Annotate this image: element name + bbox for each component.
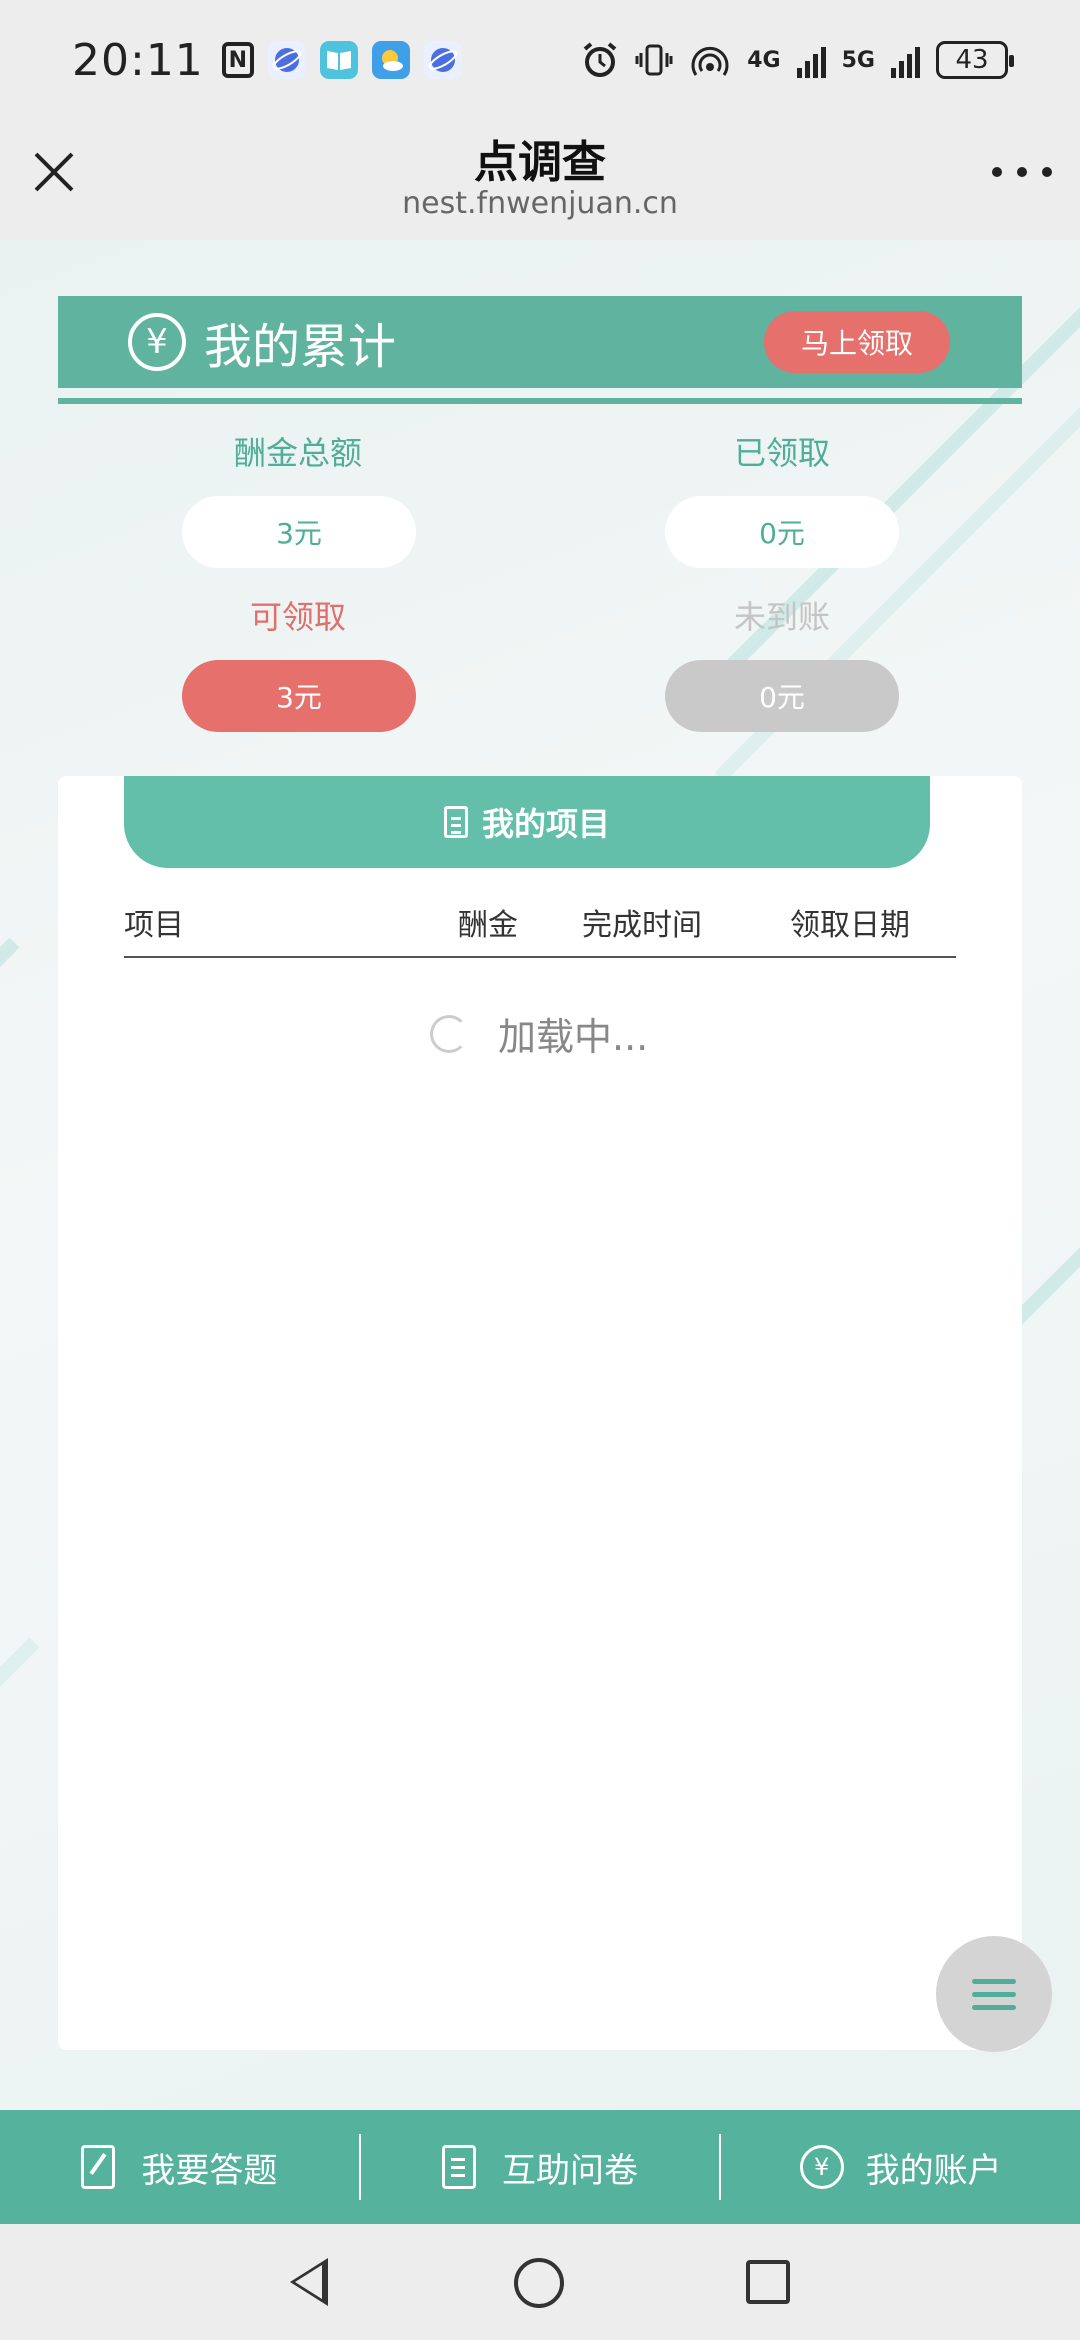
status-time: 20:11	[72, 34, 204, 86]
nav-mutual-survey-label: 互助问卷	[502, 2150, 638, 2191]
table-header-divider	[124, 956, 956, 958]
nav-my-account[interactable]: ¥ 我的账户	[721, 2110, 1080, 2224]
projects-title: 我的项目	[481, 805, 610, 843]
yen-icon: ¥	[128, 313, 186, 371]
pending-value: 0元	[665, 660, 899, 732]
browser-app-icon	[267, 41, 306, 79]
signal-icon-2	[891, 42, 920, 78]
nfc-icon: N	[221, 42, 254, 78]
total-reward-value: 3元	[182, 496, 416, 568]
summary-header: ¥ 我的累计 马上领取	[58, 296, 1022, 388]
recent-apps-icon[interactable]	[746, 2260, 790, 2304]
more-dot-icon	[1042, 167, 1052, 177]
claimed-value: 0元	[665, 496, 899, 568]
book-app-icon	[319, 41, 358, 79]
decor-stripe	[0, 1637, 40, 2143]
column-header-reward: 酬金	[458, 908, 518, 943]
projects-card: 我的项目	[58, 776, 1022, 2050]
yen-icon: ¥	[799, 2145, 844, 2189]
battery-level: 43	[955, 45, 989, 75]
claimable-label: 可领取	[249, 598, 346, 636]
pending-label: 未到账	[733, 598, 830, 636]
loading-text: 加载中...	[498, 1015, 649, 1059]
more-dot-icon	[992, 167, 1002, 177]
signal-icon-1	[796, 42, 826, 78]
spinner-icon	[430, 1014, 468, 1053]
page-url: nest.fnwenjuan.cn	[402, 186, 678, 221]
summary-divider	[58, 398, 1022, 404]
more-dot-icon	[1017, 167, 1027, 177]
browser-app-icon-2	[423, 41, 462, 79]
claim-now-button[interactable]: 马上领取	[764, 311, 950, 373]
status-indicators: 4G 5G 43	[581, 41, 1014, 79]
projects-tab[interactable]: 我的项目	[124, 776, 930, 868]
battery-icon: 43	[936, 41, 1014, 79]
column-header-project: 项目	[124, 908, 184, 943]
notification-icons: N	[221, 41, 462, 79]
alarm-icon	[583, 42, 617, 77]
nav-my-account-label: 我的账户	[865, 2150, 1002, 2191]
network-type-1: 4G	[747, 47, 781, 73]
summary-title: 我的累计	[204, 319, 397, 375]
document-icon	[442, 2145, 476, 2189]
home-icon[interactable]	[514, 2258, 564, 2308]
menu-line-icon	[972, 1978, 1016, 1984]
weather-app-icon	[371, 41, 410, 79]
nav-answer-survey[interactable]: 我要答题	[0, 2110, 359, 2224]
hotspot-icon	[691, 46, 729, 76]
menu-line-icon	[972, 2004, 1016, 2010]
status-bar: 20:11 N 4G 5G 43	[0, 0, 1080, 120]
document-icon	[443, 806, 468, 838]
nav-mutual-survey[interactable]: 互助问卷	[361, 2110, 720, 2224]
system-navigation-bar	[0, 2224, 1080, 2340]
edit-icon	[81, 2145, 116, 2189]
network-type-2: 5G	[841, 47, 875, 73]
claimable-value: 3元	[182, 660, 416, 732]
floating-menu-button[interactable]	[936, 1936, 1052, 2052]
loading-indicator: 加载中...	[430, 1006, 648, 1061]
total-reward-label: 酬金总额	[233, 434, 362, 472]
screen: 20:11 N 4G 5G 43 点调查 nest.fnwenjuan.cn ¥…	[0, 0, 1080, 2340]
back-icon[interactable]	[290, 2258, 328, 2306]
browser-title-bar: 点调查 nest.fnwenjuan.cn	[0, 120, 1080, 240]
decor-stripe	[0, 937, 20, 1443]
nav-answer-survey-label: 我要答题	[141, 2150, 278, 2191]
column-header-completion-time: 完成时间	[582, 908, 702, 943]
column-header-claim-date: 领取日期	[790, 908, 910, 943]
claimed-label: 已领取	[733, 434, 830, 472]
vibrate-icon	[635, 44, 673, 76]
more-options-button[interactable]	[992, 154, 1052, 190]
bottom-navigation: 我要答题 互助问卷 ¥ 我的账户	[0, 2110, 1080, 2224]
page-title: 点调查	[474, 137, 606, 188]
menu-line-icon	[972, 1991, 1016, 1997]
